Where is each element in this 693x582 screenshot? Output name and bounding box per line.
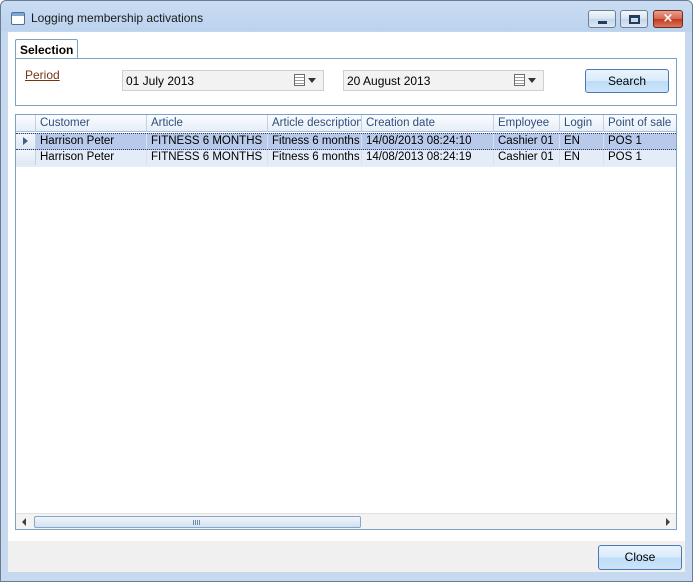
scrollbar-thumb[interactable] xyxy=(34,516,361,528)
cell-creation-date: 14/08/2013 08:24:19 xyxy=(362,150,494,165)
activations-grid[interactable]: Customer Article Article description Cre… xyxy=(15,114,677,530)
horizontal-scrollbar[interactable] xyxy=(16,513,676,529)
title-bar[interactable]: Logging membership activations × xyxy=(1,1,692,33)
table-row[interactable]: Harrison Peter FITNESS 6 MONTHS Fitness … xyxy=(16,150,676,167)
date-from-field[interactable]: 01 July 2013 xyxy=(122,70,324,91)
scroll-left-icon[interactable] xyxy=(22,518,26,526)
chevron-down-icon xyxy=(308,78,316,83)
column-header-point-of-sale[interactable]: Point of sale xyxy=(604,115,676,132)
content-panel: Selection Period 01 July 2013 20 August … xyxy=(8,32,685,541)
column-header-login[interactable]: Login xyxy=(560,115,604,132)
search-button[interactable]: Search xyxy=(585,69,669,93)
column-header-employee[interactable]: Employee xyxy=(494,115,560,132)
app-window: Logging membership activations × Selecti… xyxy=(0,0,693,582)
maximize-icon xyxy=(629,15,640,24)
date-from-calendar-button[interactable] xyxy=(290,72,322,89)
cell-point-of-sale: POS 1 xyxy=(608,151,642,163)
period-link[interactable]: Period xyxy=(25,68,60,82)
cell-article: FITNESS 6 MONTHS xyxy=(147,134,268,149)
cell-article: FITNESS 6 MONTHS xyxy=(147,150,268,165)
calendar-icon xyxy=(514,74,525,86)
close-button-label: Close xyxy=(624,550,656,564)
tab-selection[interactable]: Selection xyxy=(15,39,78,59)
cell-point-of-sale: POS 1 xyxy=(608,135,642,147)
column-header-creation-date[interactable]: Creation date xyxy=(362,115,494,132)
column-header-customer[interactable]: Customer xyxy=(36,115,147,132)
cell-login: EN xyxy=(560,150,604,165)
grip-icon xyxy=(193,520,200,525)
header-row-indicator xyxy=(16,115,36,132)
cell-employee: Cashier 01 xyxy=(494,134,560,149)
scroll-right-icon[interactable] xyxy=(666,518,670,526)
window-title: Logging membership activations xyxy=(31,11,204,25)
search-button-label: Search xyxy=(607,74,647,88)
row-selector-arrow-icon[interactable] xyxy=(16,134,36,149)
maximize-button[interactable] xyxy=(620,10,648,28)
calendar-icon xyxy=(294,74,305,86)
minimize-icon xyxy=(598,21,607,24)
row-selector[interactable] xyxy=(16,150,36,165)
tab-selection-label: Selection xyxy=(20,43,74,57)
date-from-value: 01 July 2013 xyxy=(126,74,195,88)
date-to-field[interactable]: 20 August 2013 xyxy=(343,70,544,91)
cell-customer: Harrison Peter xyxy=(36,150,147,165)
date-to-calendar-button[interactable] xyxy=(510,72,542,89)
window-app-icon xyxy=(11,12,25,25)
cell-article-description: Fitness 6 months xyxy=(268,134,362,149)
cell-customer: Harrison Peter xyxy=(36,134,147,149)
date-to-value: 20 August 2013 xyxy=(347,74,431,88)
close-button[interactable]: Close xyxy=(598,545,682,570)
grid-header: Customer Article Article description Cre… xyxy=(16,115,676,132)
column-header-article[interactable]: Article xyxy=(147,115,268,132)
column-header-article-description[interactable]: Article description xyxy=(268,115,362,132)
cell-login: EN xyxy=(560,134,604,149)
close-icon: × xyxy=(662,11,674,26)
minimize-button[interactable] xyxy=(588,10,616,28)
cell-article-description: Fitness 6 months xyxy=(268,150,362,165)
chevron-down-icon xyxy=(528,78,536,83)
client-area: Selection Period 01 July 2013 20 August … xyxy=(8,32,685,572)
table-row[interactable]: Harrison Peter FITNESS 6 MONTHS Fitness … xyxy=(16,133,676,150)
cell-employee: Cashier 01 xyxy=(494,150,560,165)
close-window-button[interactable]: × xyxy=(653,10,683,28)
cell-creation-date: 14/08/2013 08:24:10 xyxy=(362,134,494,149)
